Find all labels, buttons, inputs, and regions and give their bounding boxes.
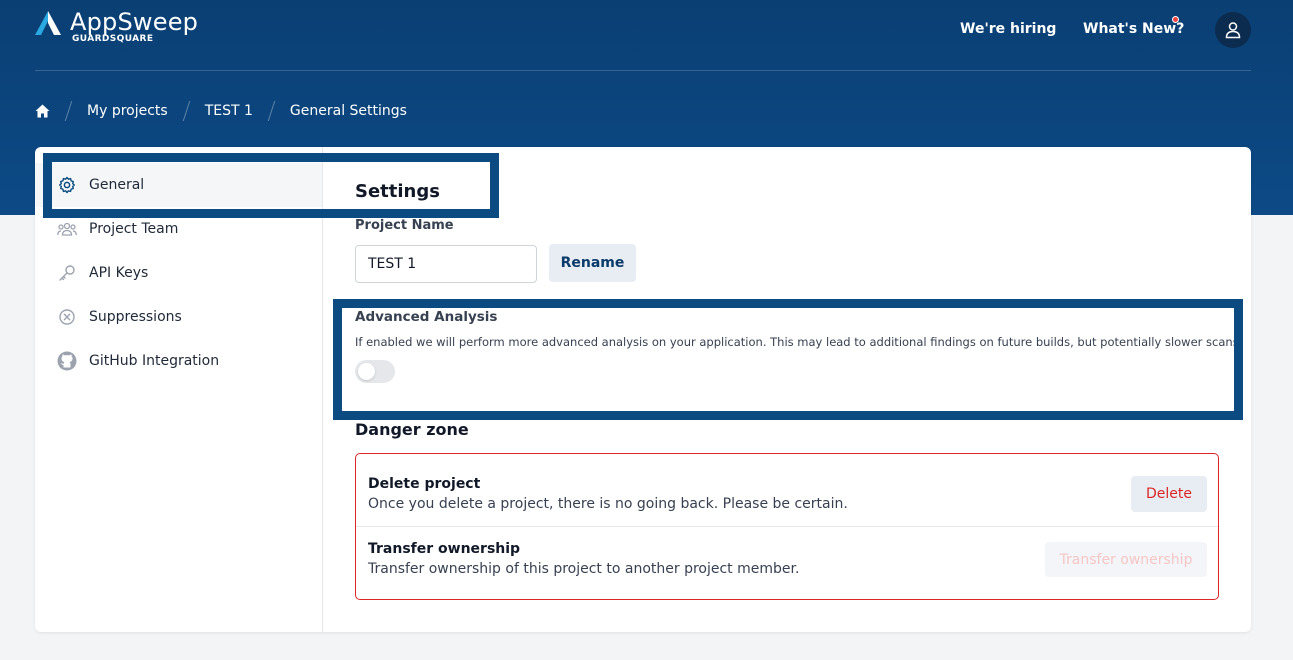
delete-project-title: Delete project	[368, 476, 481, 492]
circle-x-icon	[57, 307, 77, 327]
delete-button[interactable]: Delete	[1131, 476, 1207, 512]
sidebar-item-label: Project Team	[89, 221, 179, 237]
delete-project-row: Delete project Once you delete a project…	[356, 454, 1218, 526]
team-icon	[57, 219, 77, 239]
user-icon	[1225, 22, 1241, 39]
breadcrumb-separator	[64, 101, 73, 121]
breadcrumb-separator	[267, 101, 276, 121]
github-icon	[57, 351, 77, 371]
transfer-ownership-row: Transfer ownership Transfer ownership of…	[356, 527, 1218, 599]
user-avatar-button[interactable]	[1215, 12, 1251, 48]
home-icon[interactable]	[35, 104, 50, 118]
rename-button[interactable]: Rename	[549, 244, 636, 282]
breadcrumb-current: General Settings	[289, 103, 407, 119]
header-divider	[35, 70, 1251, 71]
highlight-frame-general	[43, 153, 499, 218]
nav-hiring-link[interactable]: We're hiring	[960, 21, 1056, 37]
appsweep-logo[interactable]: AppSweep GUARDSQUARE	[34, 9, 198, 44]
brand-name: AppSweep	[70, 8, 199, 36]
sidebar-item-label: Suppressions	[89, 309, 182, 325]
project-name-input[interactable]	[355, 245, 537, 283]
transfer-ownership-description: Transfer ownership of this project to an…	[368, 561, 800, 577]
breadcrumb-project[interactable]: TEST 1	[205, 103, 253, 119]
breadcrumb-separator	[182, 101, 190, 121]
project-name-label: Project Name	[355, 218, 454, 233]
sidebar-item-api-keys[interactable]: API Keys	[35, 251, 322, 295]
highlight-frame-advanced-analysis	[333, 299, 1243, 420]
sidebar-item-label: API Keys	[89, 265, 149, 281]
breadcrumb-my-projects[interactable]: My projects	[87, 103, 168, 119]
transfer-ownership-button[interactable]: Transfer ownership	[1045, 542, 1207, 577]
danger-zone-box: Delete project Once you delete a project…	[355, 453, 1219, 600]
appsweep-logo-icon	[35, 11, 61, 35]
transfer-ownership-title: Transfer ownership	[368, 541, 521, 557]
sidebar-item-label: GitHub Integration	[89, 353, 220, 369]
nav-whats-new-link[interactable]: What's New?	[1083, 21, 1184, 37]
notification-dot	[1172, 16, 1179, 23]
breadcrumb: My projects TEST 1 General Settings	[35, 101, 407, 121]
danger-zone-title: Danger zone	[355, 420, 469, 439]
key-icon	[57, 263, 77, 283]
settings-sidebar: General Project Team API Keys Suppressio…	[35, 147, 323, 632]
sidebar-item-github[interactable]: GitHub Integration	[35, 339, 322, 383]
delete-project-description: Once you delete a project, there is no g…	[368, 496, 848, 512]
sidebar-item-suppressions[interactable]: Suppressions	[35, 295, 322, 339]
